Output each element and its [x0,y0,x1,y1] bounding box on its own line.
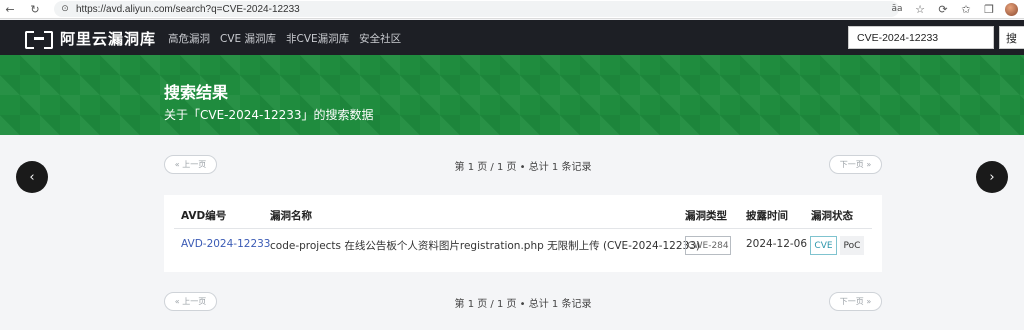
col-header-name: 漏洞名称 [270,210,312,222]
nav-cve-db[interactable]: CVE 漏洞库 [220,31,276,46]
translate-icon[interactable]: āa [890,2,904,16]
site-header: 阿里云漏洞库 高危漏洞 CVE 漏洞库 非CVE漏洞库 安全社区 搜 [0,20,1024,55]
favorites-icon[interactable]: ✩ [959,2,973,16]
browser-toolbar: ← ↻ ⊙ https://avd.aliyun.com/search?q=CV… [0,0,1024,19]
status-badge-poc: PoC [840,236,864,255]
nav-high-risk[interactable]: 高危漏洞 [168,31,210,46]
pagination-top: « 上一页 第 1 页 / 1 页 • 总计 1 条记录 下一页 » [164,155,882,175]
col-header-date: 披露时间 [746,210,788,222]
results-table: AVD编号 漏洞名称 漏洞类型 披露时间 漏洞状态 AVD-2024-12233… [164,195,882,272]
extensions-icon[interactable]: ⟳ [936,2,950,16]
aliyun-logo-icon [24,30,54,49]
pagination-info: 第 1 页 / 1 页 • 总计 1 条记录 [454,162,592,173]
carousel-prev-button[interactable]: ‹ [16,161,48,193]
vuln-name-link[interactable]: code-projects 在线公告板个人资料图片registration.ph… [270,238,700,253]
nav-security-community[interactable]: 安全社区 [359,31,401,46]
col-header-type: 漏洞类型 [685,210,727,222]
banner-title: 搜索结果 [164,83,229,102]
site-info-icon[interactable]: ⊙ [60,4,70,14]
address-bar[interactable]: ⊙ https://avd.aliyun.com/search?q=CVE-20… [54,1,899,17]
pagination-bottom: « 上一页 第 1 页 / 1 页 • 总计 1 条记录 下一页 » [164,292,882,312]
col-header-avd-id: AVD编号 [181,210,227,222]
avd-id-link[interactable]: AVD-2024-12233 [181,238,270,250]
chevron-left-icon: ‹ [29,169,35,185]
pagination-info: 第 1 页 / 1 页 • 总计 1 条记录 [454,299,592,310]
carousel-next-button[interactable]: › [976,161,1008,193]
next-page-button[interactable]: 下一页 » [829,155,882,174]
nav-non-cve-db[interactable]: 非CVE漏洞库 [286,31,349,46]
logo-text: 阿里云漏洞库 [60,30,157,48]
reload-icon[interactable]: ↻ [28,2,42,16]
back-icon[interactable]: ← [3,2,17,16]
status-badge-cve: CVE [810,236,837,255]
results-banner: 搜索结果 关于「CVE-2024-12233」的搜索数据 [0,55,1024,135]
search-input[interactable] [848,26,994,49]
site-logo[interactable]: 阿里云漏洞库 [24,28,156,49]
next-page-button[interactable]: 下一页 » [829,292,882,311]
bookmark-star-icon[interactable]: ☆ [913,2,927,16]
search-button[interactable]: 搜 [999,26,1024,49]
main-nav: 高危漏洞 CVE 漏洞库 非CVE漏洞库 安全社区 [168,31,401,46]
url-text: https://avd.aliyun.com/search?q=CVE-2024… [76,3,300,15]
banner-subtitle: 关于「CVE-2024-12233」的搜索数据 [164,108,374,122]
header-divider [174,228,872,229]
disclosure-date: 2024-12-06 [746,238,808,250]
vuln-type-badge: CWE-284 [685,236,731,255]
chevron-right-icon: › [989,169,995,185]
collections-icon[interactable]: ❐ [982,2,996,16]
profile-avatar[interactable] [1005,2,1018,16]
col-header-status: 漏洞状态 [811,210,853,222]
